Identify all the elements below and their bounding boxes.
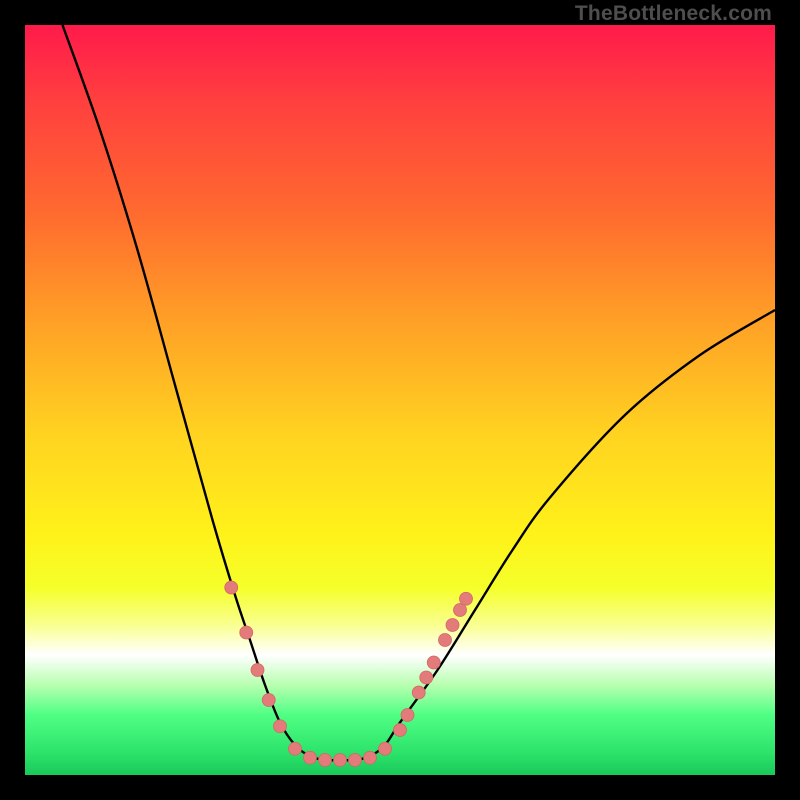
data-marker <box>446 619 459 632</box>
data-marker <box>334 754 347 767</box>
data-marker <box>460 592 473 605</box>
data-marker <box>262 694 275 707</box>
data-marker <box>439 634 452 647</box>
bottleneck-curve <box>63 25 776 760</box>
data-marker <box>379 742 392 755</box>
data-marker <box>401 709 414 722</box>
data-marker <box>394 724 407 737</box>
data-marker <box>304 751 317 764</box>
data-marker <box>225 581 238 594</box>
data-marker <box>364 751 377 764</box>
chart-frame: TheBottleneck.com <box>0 0 800 800</box>
data-marker <box>349 754 362 767</box>
watermark-text: TheBottleneck.com <box>575 2 772 26</box>
data-marker <box>274 720 287 733</box>
plot-area <box>25 25 775 775</box>
data-marker <box>427 656 440 669</box>
data-marker <box>420 671 433 684</box>
data-marker <box>412 686 425 699</box>
chart-svg <box>25 25 775 775</box>
data-marker <box>289 742 302 755</box>
data-marker <box>240 626 253 639</box>
data-marker <box>319 754 332 767</box>
data-marker <box>251 664 264 677</box>
